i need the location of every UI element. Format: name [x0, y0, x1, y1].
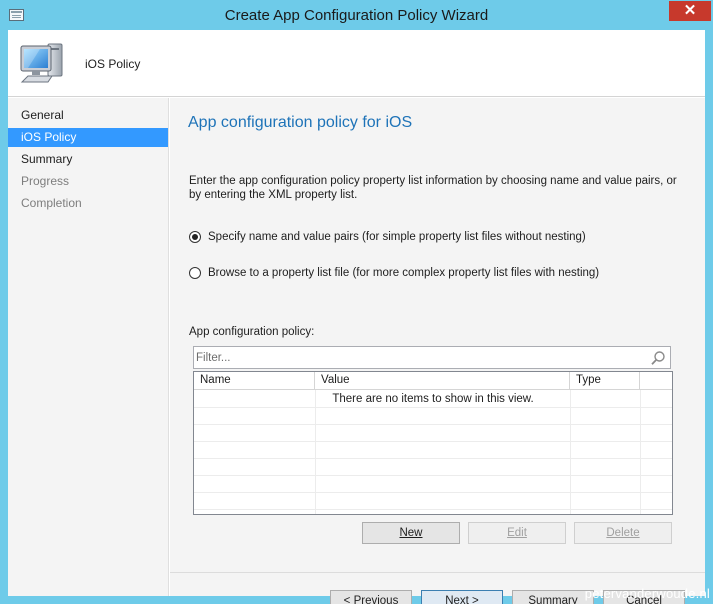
- column-divider: [315, 390, 316, 514]
- row-divider: [194, 441, 672, 442]
- wizard-steps-nav: General iOS Policy Summary Progress Comp…: [8, 98, 169, 596]
- new-button[interactable]: New: [362, 522, 460, 544]
- edit-button-label: Edit: [507, 527, 527, 539]
- watermark-text: petervanderwoude.nl: [584, 586, 710, 601]
- row-divider: [194, 458, 672, 459]
- page-description: Enter the app configuration policy prope…: [189, 175, 677, 201]
- column-divider: [570, 390, 571, 514]
- next-button[interactable]: Next >: [421, 590, 503, 604]
- column-divider: [640, 390, 641, 514]
- empty-list-message: There are no items to show in this view.: [332, 393, 534, 405]
- option-label: Browse to a property list file (for more…: [208, 267, 600, 279]
- row-divider: [194, 475, 672, 476]
- search-icon[interactable]: [650, 350, 666, 366]
- page-title: App configuration policy for iOS: [188, 114, 413, 131]
- radio-button-checked[interactable]: [189, 231, 201, 243]
- previous-button-label: < Previous: [343, 595, 399, 604]
- row-divider: [194, 407, 672, 408]
- close-button[interactable]: ✕: [669, 1, 711, 21]
- header-step-label: iOS Policy: [85, 57, 141, 71]
- filter-box[interactable]: [193, 346, 671, 369]
- title-bar[interactable]: Create App Configuration Policy Wizard ✕: [0, 0, 713, 30]
- table-header: Name Value Type: [194, 372, 672, 390]
- column-header-name[interactable]: Name: [194, 372, 315, 390]
- new-button-label: New: [399, 527, 423, 539]
- filter-input[interactable]: [196, 350, 636, 365]
- row-divider: [194, 509, 672, 510]
- nav-item-ios-policy[interactable]: iOS Policy: [8, 128, 168, 147]
- nav-item-progress: Progress: [21, 174, 70, 188]
- policy-list-table[interactable]: Name Value Type There are no items to sh…: [193, 371, 673, 515]
- nav-item-general[interactable]: General: [8, 106, 168, 125]
- column-header-value[interactable]: Value: [315, 372, 570, 390]
- window-title: Create App Configuration Policy Wizard: [224, 7, 489, 24]
- delete-button: Delete: [574, 522, 672, 544]
- wizard-page: App configuration policy for iOS Enter t…: [170, 98, 705, 604]
- previous-button[interactable]: < Previous: [330, 590, 412, 604]
- column-header-type[interactable]: Type: [570, 372, 640, 390]
- option-label: Specify name and value pairs (for simple…: [208, 231, 586, 243]
- nav-item-summary[interactable]: Summary: [8, 150, 168, 169]
- summary-button[interactable]: Summary: [512, 590, 594, 604]
- next-button-label: Next >: [445, 595, 479, 604]
- summary-button-label: Summary: [528, 595, 578, 604]
- nav-item-completion: Completion: [21, 196, 82, 210]
- row-divider: [194, 424, 672, 425]
- policy-list-label: App configuration policy:: [189, 326, 315, 338]
- computer-monitor-icon: [20, 43, 63, 83]
- row-divider: [194, 492, 672, 493]
- wizard-header: iOS Policy: [8, 30, 705, 97]
- radio-button[interactable]: [189, 267, 201, 279]
- delete-button-label: Delete: [606, 527, 640, 539]
- footer-divider: [170, 572, 705, 573]
- edit-button: Edit: [468, 522, 566, 544]
- wizard-client-area: iOS Policy General iOS Policy Summary Pr…: [8, 30, 705, 604]
